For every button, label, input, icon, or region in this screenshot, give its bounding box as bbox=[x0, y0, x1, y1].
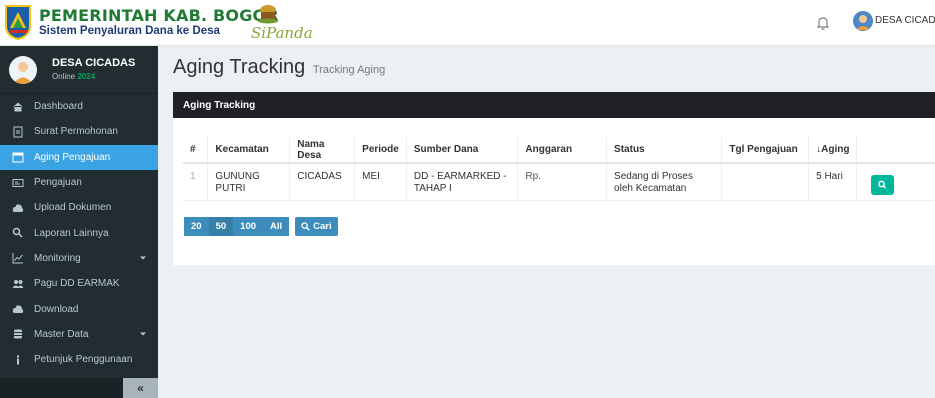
column-header-periode: Periode bbox=[354, 137, 407, 164]
sidebar-item-label: Pengajuan bbox=[34, 177, 82, 189]
sidebar-item-label: Laporan Lainnya bbox=[34, 227, 109, 239]
sidebar-item-monitoring[interactable]: Monitoring bbox=[0, 246, 158, 271]
sidebar-item-laporan-lainnya[interactable]: Laporan Lainnya bbox=[0, 220, 158, 245]
cloud-upload-icon bbox=[12, 204, 24, 212]
table-header-row: # Kecamatan Nama Desa Periode Sumber Dan… bbox=[183, 137, 935, 164]
page-size-20[interactable]: 20 bbox=[184, 217, 209, 236]
view-detail-button[interactable] bbox=[871, 175, 895, 195]
column-header-status: Status bbox=[606, 137, 723, 164]
sidebar-item-label: Pagu DD EARMAK bbox=[34, 278, 120, 290]
info-icon bbox=[16, 354, 20, 365]
sidebar-item-label: Upload Dokumen bbox=[34, 202, 112, 214]
profile-year: 2024 bbox=[77, 72, 96, 81]
column-header-action bbox=[856, 137, 935, 164]
column-header-no: # bbox=[183, 137, 209, 164]
profile-avatar bbox=[9, 56, 37, 84]
sidebar-item-label: Monitoring bbox=[34, 252, 81, 264]
page-size-selector: 20 50 100 All Cari bbox=[184, 217, 338, 236]
column-header-kecamatan: Kecamatan bbox=[207, 137, 291, 164]
cell-no: 1 bbox=[183, 163, 209, 201]
cari-button-label: Cari bbox=[313, 221, 332, 232]
sidebar: DESA CICADAS Online 2024 Dashboard Surat… bbox=[0, 46, 158, 398]
sidebar-item-label: Petunjuk Penggunaan bbox=[34, 354, 133, 366]
page-title: Aging Tracking Tracking Aging bbox=[173, 56, 385, 79]
page-subtitle: Tracking Aging bbox=[312, 64, 386, 76]
top-header: PEMERINTAH KAB. BOGOR Sistem Penyaluran … bbox=[0, 0, 935, 46]
profile-status-label: Online bbox=[52, 72, 76, 81]
card-icon bbox=[12, 178, 24, 187]
sipanda-icon bbox=[258, 5, 278, 24]
notification-bell-icon[interactable] bbox=[816, 16, 830, 30]
user-icon bbox=[856, 15, 870, 30]
bogor-emblem-icon bbox=[5, 5, 31, 40]
cell-periode: MEI bbox=[354, 163, 407, 201]
search-icon bbox=[878, 180, 887, 189]
cell-tgl-pengajuan bbox=[721, 163, 810, 201]
cloud-download-icon bbox=[12, 305, 24, 314]
page-size-all[interactable]: All bbox=[263, 217, 290, 236]
sidebar-item-label: Dashboard bbox=[34, 101, 83, 113]
sidebar-profile: DESA CICADAS Online 2024 bbox=[0, 46, 158, 94]
aging-tracking-box: Aging Tracking # Kecamatan Nama Desa Per… bbox=[173, 92, 935, 265]
line-chart-icon bbox=[12, 253, 23, 264]
file-icon bbox=[13, 126, 23, 138]
user-name[interactable]: DESA CICADAS bbox=[875, 15, 935, 26]
sidebar-item-download[interactable]: Download bbox=[0, 296, 158, 321]
database-icon bbox=[14, 329, 22, 339]
search-icon bbox=[301, 222, 310, 231]
sidebar-item-upload-dokumen[interactable]: Upload Dokumen bbox=[0, 195, 158, 220]
sidebar-item-pengajuan[interactable]: Pengajuan bbox=[0, 170, 158, 195]
users-icon bbox=[12, 279, 24, 288]
cell-action bbox=[856, 163, 935, 201]
profile-status: Online 2024 bbox=[52, 72, 95, 81]
cell-kecamatan: GUNUNG PUTRI bbox=[207, 163, 291, 201]
box-title: Aging Tracking bbox=[173, 92, 935, 118]
sipanda-text: SiPanda bbox=[251, 24, 313, 42]
sidebar-item-aging-pengajuan[interactable]: Aging Pengajuan bbox=[0, 144, 158, 170]
column-header-tgl-pengajuan: Tgl Pengajuan bbox=[721, 137, 810, 164]
chevron-down-icon bbox=[140, 332, 146, 336]
column-header-sumber-dana: Sumber Dana bbox=[406, 137, 519, 164]
column-header-anggaran: Anggaran bbox=[517, 137, 608, 164]
table-row: 1 GUNUNG PUTRI CICADAS MEI DD - EARMARKE… bbox=[183, 163, 935, 201]
sidebar-collapse-button[interactable]: « bbox=[123, 378, 158, 398]
user-avatar[interactable] bbox=[853, 11, 873, 31]
sidebar-item-label: Aging Pengajuan bbox=[34, 151, 111, 163]
cell-status: Sedang di Proses oleh Kecamatan bbox=[606, 163, 723, 201]
calendar-icon bbox=[12, 152, 24, 163]
page-size-50[interactable]: 50 bbox=[208, 217, 234, 236]
cari-button[interactable]: Cari bbox=[295, 217, 338, 236]
user-icon bbox=[13, 62, 33, 84]
page-size-100[interactable]: 100 bbox=[233, 217, 264, 236]
column-header-aging[interactable]: ↓Aging bbox=[808, 137, 858, 164]
brand-subtitle: Sistem Penyaluran Dana ke Desa bbox=[39, 25, 220, 37]
sidebar-item-dashboard[interactable]: Dashboard bbox=[0, 94, 158, 119]
sidebar-item-surat-permohonan[interactable]: Surat Permohonan bbox=[0, 119, 158, 144]
brand-title: PEMERINTAH KAB. BOGOR bbox=[39, 6, 279, 25]
chevron-down-icon bbox=[140, 256, 146, 260]
aging-table: # Kecamatan Nama Desa Periode Sumber Dan… bbox=[183, 137, 935, 201]
column-header-nama-desa: Nama Desa bbox=[289, 137, 356, 164]
home-icon bbox=[13, 102, 23, 112]
sidebar-item-pagu-dd-earmak[interactable]: Pagu DD EARMAK bbox=[0, 271, 158, 296]
sipanda-logo: SiPanda bbox=[251, 2, 313, 46]
cell-sumber-dana: DD - EARMARKED - TAHAP I bbox=[406, 163, 519, 201]
sidebar-item-label: Master Data bbox=[34, 328, 89, 340]
cell-anggaran: Rp. bbox=[517, 163, 608, 201]
sidebar-item-petunjuk-penggunaan[interactable]: Petunjuk Penggunaan bbox=[0, 347, 158, 372]
sidebar-item-master-data[interactable]: Master Data bbox=[0, 322, 158, 347]
page-title-text: Aging Tracking bbox=[173, 56, 306, 78]
sidebar-footer: « bbox=[0, 378, 158, 398]
profile-name: DESA CICADAS bbox=[52, 57, 136, 69]
cell-aging: 5 Hari bbox=[808, 163, 858, 201]
cell-nama-desa: CICADAS bbox=[289, 163, 356, 201]
search-icon bbox=[12, 227, 23, 238]
sidebar-item-label: Surat Permohonan bbox=[34, 126, 118, 138]
sidebar-item-label: Download bbox=[34, 303, 79, 315]
